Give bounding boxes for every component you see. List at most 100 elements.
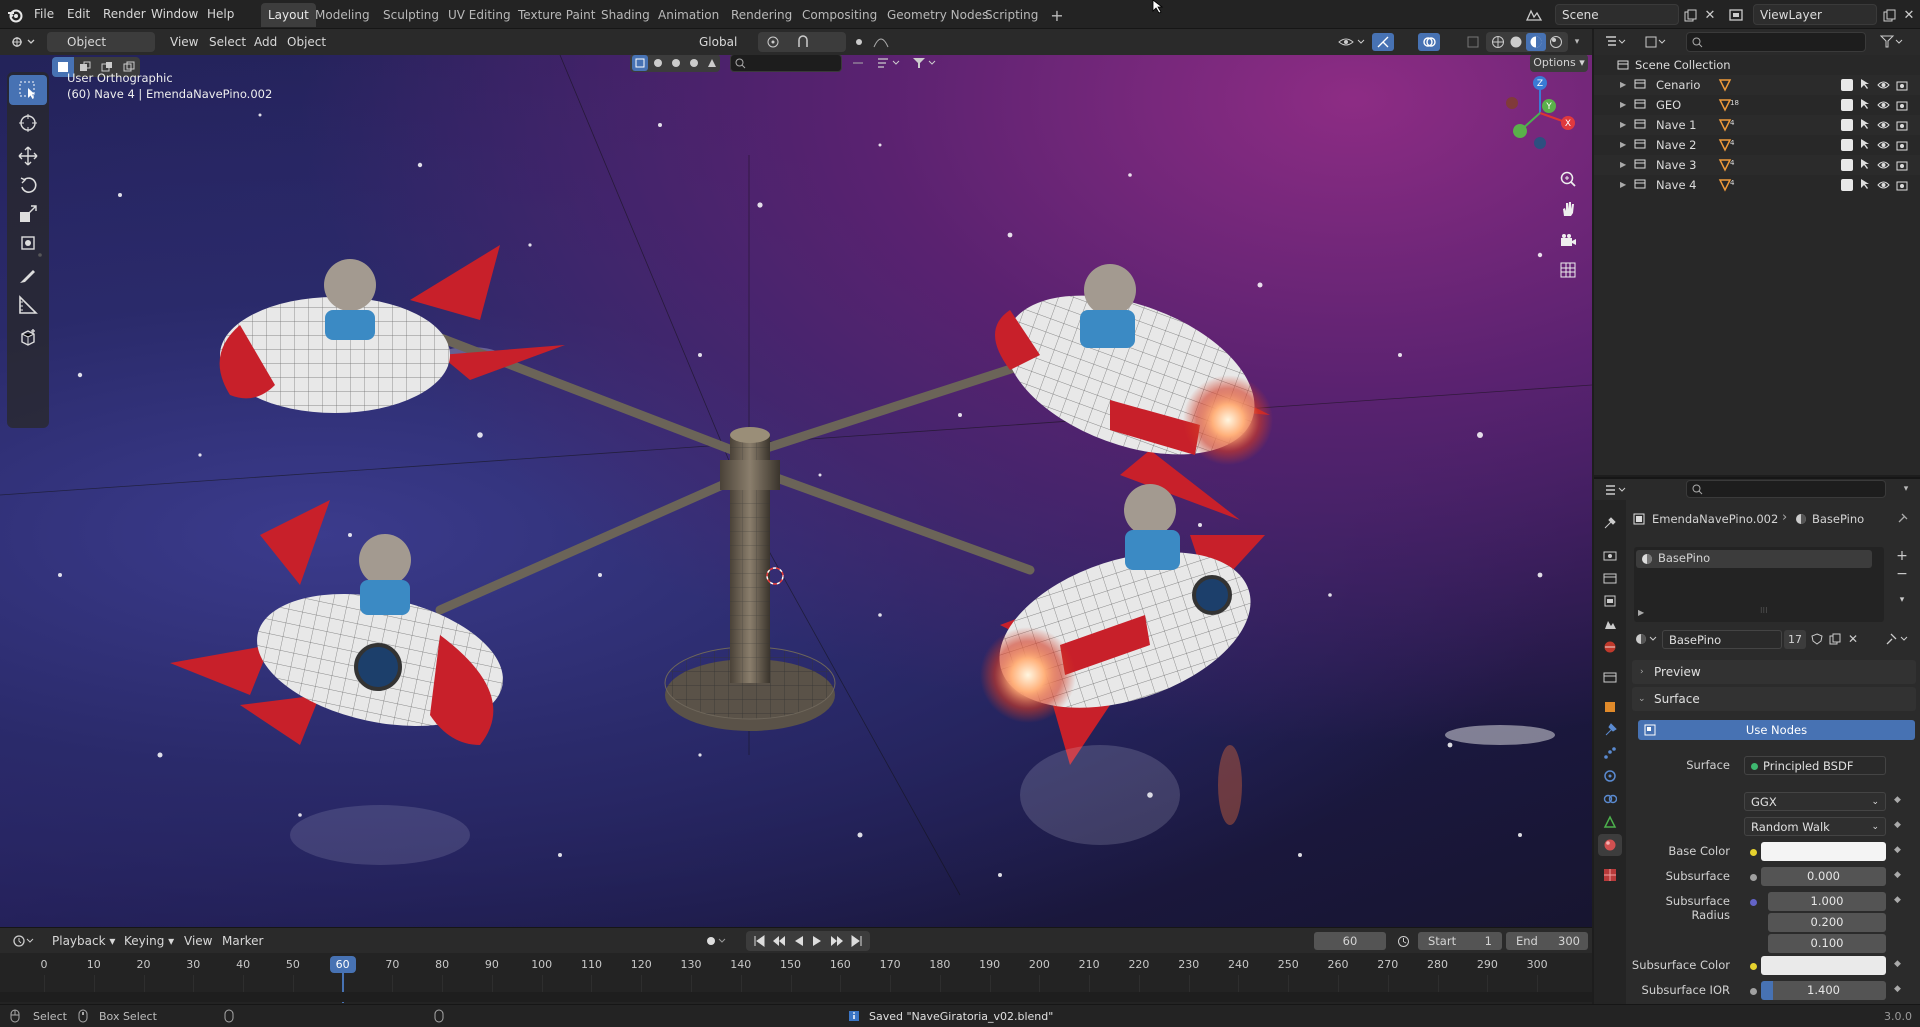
- menu-render[interactable]: Render: [103, 0, 146, 29]
- wireframe-shading-icon[interactable]: [1490, 35, 1506, 49]
- edge-mode-icon[interactable]: [650, 55, 666, 71]
- outliner[interactable]: Scene Collection ▶ Cenario ▶ GEO 18 ▶ Nave 1 4 ▶…: [1594, 55, 1920, 475]
- material-name-field[interactable]: BasePino: [1662, 630, 1782, 649]
- viewlayer-icon[interactable]: [1726, 5, 1746, 25]
- subsurface-radius-b-field[interactable]: 0.100: [1768, 934, 1886, 953]
- outliner-row[interactable]: ▶ Nave 1 4: [1594, 115, 1920, 135]
- shading-options-icon[interactable]: ▾: [1570, 35, 1584, 49]
- properties-search-field[interactable]: [1686, 480, 1886, 498]
- data-tab-icon[interactable]: [1598, 811, 1622, 833]
- particles-tab-icon[interactable]: [1598, 742, 1622, 764]
- eye-visibility-icon[interactable]: [1877, 159, 1890, 171]
- annotate-tool-icon[interactable]: [9, 261, 47, 291]
- rendered-shading-icon[interactable]: [1548, 35, 1564, 49]
- render-camera-icon[interactable]: [1896, 159, 1908, 171]
- proportional-edit-icon[interactable]: [852, 35, 866, 49]
- selectable-arrow-icon[interactable]: [1859, 78, 1871, 90]
- eye-visibility-icon[interactable]: [1877, 99, 1890, 111]
- expand-arrow-icon[interactable]: ▶: [1620, 135, 1626, 155]
- menu-file[interactable]: File: [34, 0, 54, 29]
- timeline-area[interactable]: 0 10 20 30 40 50 60 70 80 90 100 110 120 130 140 150 160…: [0, 953, 1592, 1004]
- falloff-icon[interactable]: [872, 35, 890, 49]
- render-tab-icon[interactable]: [1598, 544, 1622, 566]
- menu-select[interactable]: Select: [205, 32, 250, 52]
- add-slot-icon[interactable]: +: [1893, 548, 1911, 564]
- outliner-row[interactable]: ▶ Nave 4 4: [1594, 175, 1920, 195]
- expand-arrow-icon[interactable]: ▶: [1620, 175, 1626, 195]
- workspace-tab-modeling[interactable]: Modeling: [308, 3, 377, 27]
- options-button[interactable]: Options ▾: [1530, 55, 1588, 72]
- cursor-tool-icon[interactable]: [9, 108, 47, 138]
- object-tab-icon[interactable]: [1598, 696, 1622, 718]
- fake-user-icon[interactable]: [1808, 631, 1826, 647]
- outliner-row[interactable]: ▶ Nave 3 4: [1594, 155, 1920, 175]
- view-layer-tab-icon[interactable]: [1598, 590, 1622, 612]
- jump-start-icon[interactable]: [750, 933, 768, 949]
- workspace-tab-rendering[interactable]: Rendering: [724, 3, 799, 27]
- menu-playback[interactable]: Playback ▾: [48, 931, 119, 951]
- base-color-keyframe-icon[interactable]: ◆: [1894, 845, 1901, 855]
- orientation-dropdown[interactable]: Global: [673, 32, 753, 52]
- playhead[interactable]: 60: [329, 956, 356, 973]
- blender-logo-icon[interactable]: [6, 6, 24, 24]
- menu-object[interactable]: Object: [283, 32, 330, 52]
- rotate-tool-icon[interactable]: [9, 170, 47, 200]
- properties-editor-icon[interactable]: [1602, 481, 1630, 499]
- play-icon[interactable]: [808, 933, 826, 949]
- user-count[interactable]: 17: [1784, 630, 1806, 649]
- pin-icon[interactable]: [1894, 511, 1910, 527]
- timeline-editor-icon[interactable]: [10, 932, 38, 950]
- outliner-editor-icon[interactable]: [1602, 33, 1630, 51]
- menu-keying[interactable]: Keying ▾: [120, 931, 178, 951]
- menu-add[interactable]: Add: [250, 32, 281, 52]
- selectable-arrow-icon[interactable]: [1859, 178, 1871, 190]
- subsurface-keyframe-icon[interactable]: ◆: [1894, 870, 1901, 880]
- collection-tab-icon[interactable]: [1598, 666, 1622, 688]
- expand-arrow-icon[interactable]: ▶: [1620, 155, 1626, 175]
- render-camera-icon[interactable]: [1896, 139, 1908, 151]
- base-color-swatch[interactable]: [1761, 842, 1886, 861]
- modifier-tab-icon[interactable]: [1598, 719, 1622, 741]
- start-frame-field[interactable]: Start 1: [1418, 932, 1502, 950]
- output-tab-icon[interactable]: [1598, 567, 1622, 589]
- browse-material-icon[interactable]: [1634, 631, 1660, 647]
- scene-icon[interactable]: [1524, 5, 1544, 25]
- selectable-arrow-icon[interactable]: [1859, 98, 1871, 110]
- jump-end-icon[interactable]: [848, 933, 866, 949]
- menu-help[interactable]: Help: [207, 0, 234, 29]
- tool-tab-icon[interactable]: [1598, 512, 1622, 534]
- workspace-tab-sculpting[interactable]: Sculpting: [376, 3, 446, 27]
- eye-visibility-icon[interactable]: [1877, 179, 1890, 191]
- subsurface-field[interactable]: 0.000: [1761, 867, 1886, 886]
- local-view-icon[interactable]: [704, 55, 720, 71]
- current-frame-field[interactable]: 60: [1314, 932, 1386, 950]
- expand-arrow-icon[interactable]: ▶: [1620, 75, 1626, 95]
- material-slot-row[interactable]: BasePino: [1636, 550, 1872, 568]
- physics-tab-icon[interactable]: [1598, 765, 1622, 787]
- subsurface-color-swatch[interactable]: [1761, 956, 1886, 975]
- constraints-tab-icon[interactable]: [1598, 788, 1622, 810]
- jump-keyframe-forward-icon[interactable]: [828, 933, 846, 949]
- vertex-mode-icon[interactable]: [632, 55, 648, 71]
- workspace-tab-scripting[interactable]: Scripting: [978, 3, 1045, 27]
- preview-section[interactable]: › Preview: [1632, 660, 1916, 684]
- jump-keyframe-back-icon[interactable]: [770, 933, 788, 949]
- surface-section[interactable]: ⌄ Surface: [1632, 687, 1916, 711]
- menu-timeline-view[interactable]: View: [180, 931, 216, 951]
- workspace-tab-animation[interactable]: Animation: [651, 3, 726, 27]
- display-mode-icon[interactable]: [1642, 33, 1670, 51]
- navigation-gizmo[interactable]: Z X Y: [1500, 73, 1580, 153]
- measure-tool-icon[interactable]: [9, 290, 47, 320]
- eye-visibility-icon[interactable]: [1877, 79, 1890, 91]
- scene-tab-icon[interactable]: [1598, 613, 1622, 635]
- viewlayer-field[interactable]: ViewLayer: [1753, 4, 1877, 25]
- outliner-row[interactable]: ▶ GEO 18: [1594, 95, 1920, 115]
- distribution-dropdown[interactable]: GGX ⌄: [1744, 792, 1886, 811]
- eye-visibility-icon[interactable]: [1877, 119, 1890, 131]
- display-filter-icon[interactable]: [874, 55, 904, 71]
- zoom-icon[interactable]: [1554, 165, 1582, 193]
- scale-tool-icon[interactable]: [9, 199, 47, 229]
- selectable-arrow-icon[interactable]: [1859, 138, 1871, 150]
- exclude-checkbox[interactable]: [1841, 79, 1853, 91]
- subsurface-radius-g-field[interactable]: 0.200: [1768, 913, 1886, 932]
